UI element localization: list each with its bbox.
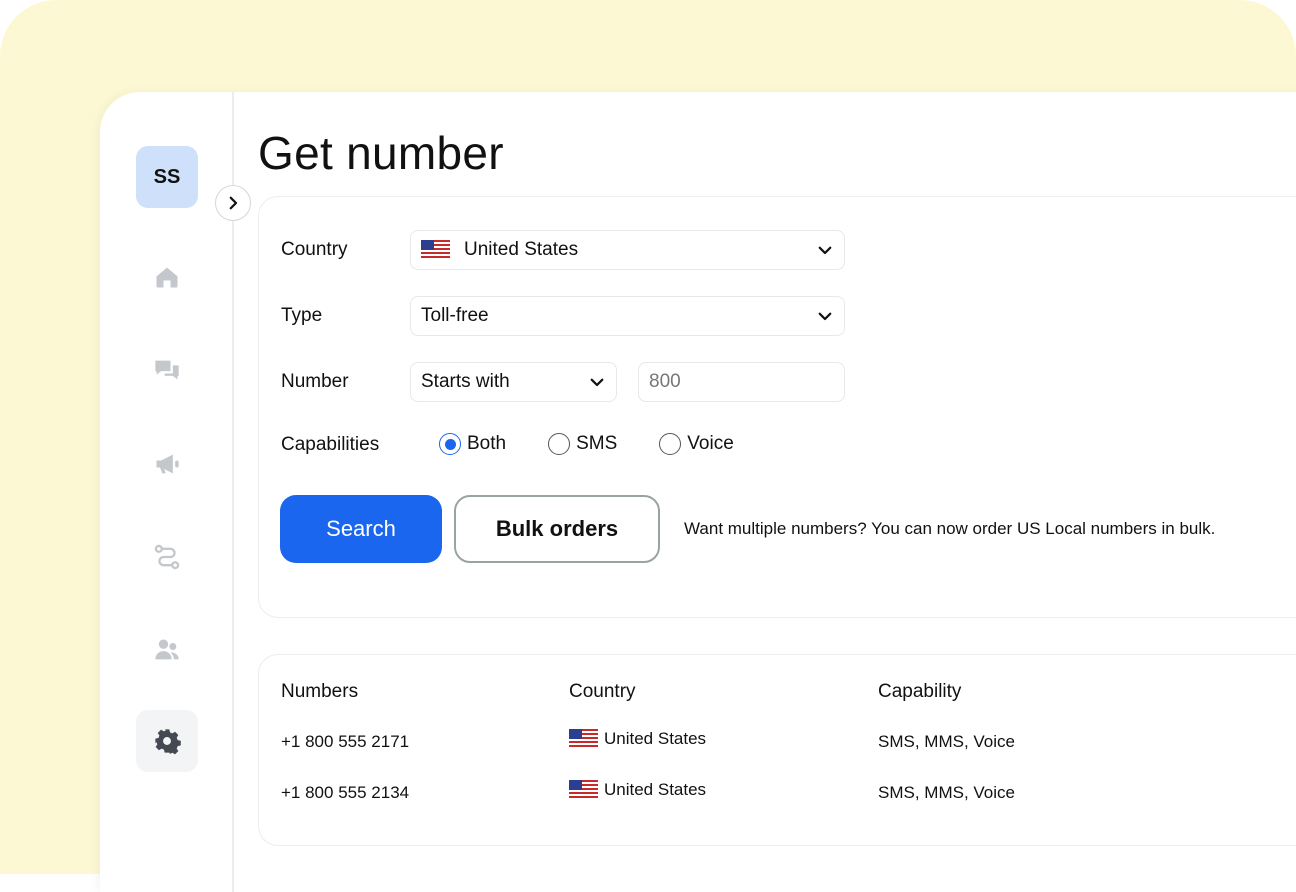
- sidebar-item-contacts[interactable]: [136, 619, 198, 681]
- megaphone-icon: [156, 454, 179, 474]
- number-input-value: 800: [649, 371, 681, 392]
- page-title: Get number: [258, 127, 504, 179]
- radio-both-indicator[interactable]: [439, 433, 461, 455]
- results-table: Numbers Country Capability +1 800 555 21…: [258, 654, 1296, 846]
- radio-both[interactable]: Both: [439, 433, 506, 455]
- avatar[interactable]: SS: [136, 146, 198, 208]
- radio-voice-label: Voice: [687, 433, 734, 454]
- row-country-label: United States: [604, 729, 707, 748]
- radio-sms-label: SMS: [576, 433, 618, 454]
- search-button[interactable]: Search: [280, 495, 442, 563]
- chevron-down-icon: [590, 378, 604, 387]
- gear-icon: [155, 729, 181, 755]
- us-flag-icon: [421, 240, 450, 260]
- row-number: +1 800 555 2171: [281, 732, 410, 751]
- number-match-select[interactable]: Starts with: [410, 362, 617, 402]
- bulk-orders-note: Want multiple numbers? You can now order…: [684, 519, 1216, 538]
- row-number: +1 800 555 2134: [281, 783, 410, 802]
- column-header-numbers: Numbers: [281, 681, 359, 702]
- sidebar-item-flows[interactable]: [136, 526, 198, 588]
- row-country: United States: [569, 780, 706, 800]
- flow-icon: [154, 544, 180, 570]
- chevron-down-icon: [818, 312, 832, 321]
- radio-voice[interactable]: Voice: [659, 433, 734, 455]
- chat-icon: [155, 360, 179, 380]
- country-label: Country: [281, 239, 348, 260]
- home-icon: [156, 267, 178, 288]
- sidebar-toggle-button[interactable]: [215, 185, 251, 221]
- type-select-value: Toll-free: [421, 305, 489, 326]
- number-input[interactable]: 800: [638, 362, 845, 402]
- capabilities-radio-group: Both SMS Voice: [439, 433, 776, 455]
- sidebar: SS: [100, 92, 234, 892]
- radio-voice-indicator[interactable]: [659, 433, 682, 455]
- sidebar-item-campaigns[interactable]: [136, 433, 198, 495]
- number-label: Number: [281, 371, 349, 392]
- column-header-country: Country: [569, 681, 636, 702]
- row-country-label: United States: [604, 780, 707, 799]
- search-form-card: Country United States Type Toll-free Num…: [258, 196, 1296, 618]
- column-header-capability: Capability: [878, 681, 962, 702]
- contacts-icon: [155, 639, 179, 660]
- us-flag-icon: [569, 780, 598, 800]
- row-country: United States: [569, 729, 706, 749]
- chevron-right-icon: [229, 196, 238, 210]
- country-select[interactable]: United States: [410, 230, 845, 270]
- row-capability: SMS, MMS, Voice: [878, 732, 1015, 751]
- radio-both-label: Both: [467, 433, 507, 454]
- us-flag-icon: [569, 729, 598, 749]
- radio-sms-indicator[interactable]: [548, 433, 571, 455]
- type-label: Type: [281, 305, 323, 326]
- capabilities-label: Capabilities: [281, 434, 380, 455]
- app-window: SS Get number Country United States Type…: [100, 92, 1296, 892]
- row-capability: SMS, MMS, Voice: [878, 783, 1015, 802]
- type-select[interactable]: Toll-free: [410, 296, 845, 336]
- bulk-orders-button[interactable]: Bulk orders: [454, 495, 660, 563]
- chevron-down-icon: [818, 246, 832, 255]
- radio-sms[interactable]: SMS: [548, 433, 617, 455]
- sidebar-item-home[interactable]: [136, 246, 198, 308]
- sidebar-item-settings[interactable]: [136, 710, 198, 772]
- number-match-value: Starts with: [421, 371, 510, 392]
- sidebar-item-messages[interactable]: [136, 339, 198, 401]
- country-select-value: United States: [464, 239, 579, 260]
